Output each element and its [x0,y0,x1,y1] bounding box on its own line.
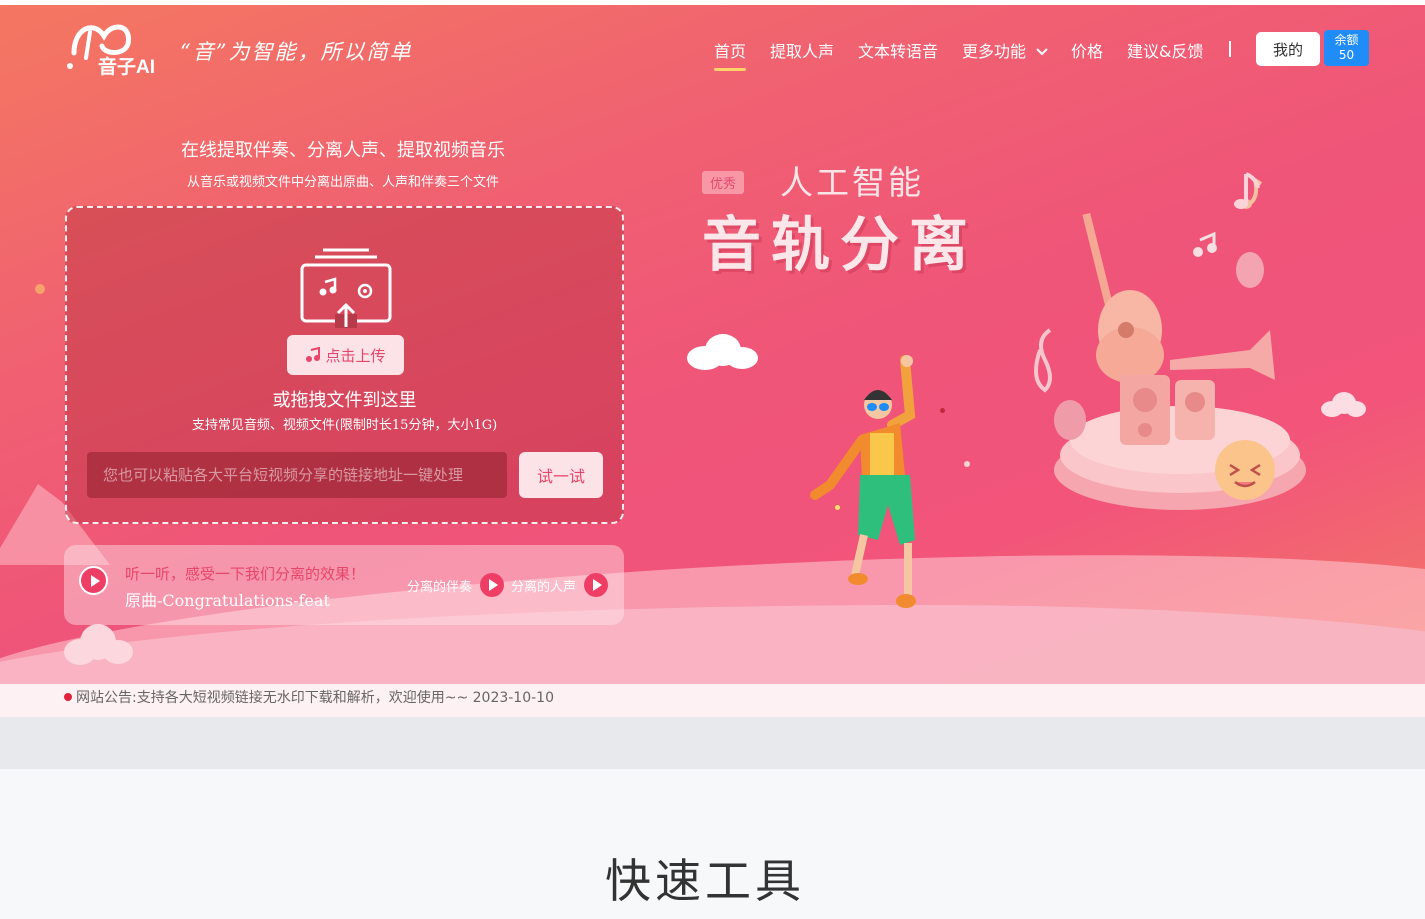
upload-title: 在线提取伴奏、分离人声、提取视频音乐 [181,140,505,161]
dot-decoration [964,461,970,467]
nav-divider [1229,41,1231,57]
announcement-dot [64,693,72,701]
vocal-label: 分离的人声 [511,580,577,595]
cloud-icon [64,624,133,665]
nav-pricing[interactable]: 价格 [1071,38,1103,62]
music-note-icon [306,347,321,362]
nav-more-features[interactable]: 更多功能 [962,38,1049,62]
chevron-down-icon [1036,48,1048,56]
accompaniment-label: 分离的伴奏 [407,580,473,595]
try-button[interactable]: 试一试 [519,452,603,498]
drag-hint: 或拖拽文件到这里 [272,390,417,411]
play-accompaniment-button[interactable] [480,573,504,597]
slogan: “音”为智能，所以简单 [180,40,413,64]
balance-label: 余额 [1334,33,1359,47]
quick-tools-title: 快速工具 [605,854,805,908]
nav-text-to-speech[interactable]: 文本转语音 [858,38,938,62]
nav-feedback[interactable]: 建议&反馈 [1127,38,1203,62]
play-icon [489,579,498,591]
balance-value: 50 [1338,48,1355,62]
gray-band [0,717,1425,769]
announcement-text[interactable]: 网站公告:支持各大短视频链接无水印下载和解析，欢迎使用~~ 2023-10-10 [76,687,554,707]
nav-home[interactable]: 首页 [714,38,747,71]
upload-subtitle: 从音乐或视频文件中分离出原曲、人声和伴奏三个文件 [186,175,499,190]
demo-track-name: 原曲-Congratulations-feat [125,591,330,610]
upload-button-label: 点击上传 [325,346,386,365]
excellent-badge: 优秀 [702,171,745,194]
logo-text[interactable]: 音子AI [98,52,155,79]
play-original-button[interactable] [79,566,108,595]
upload-button[interactable]: 点击上传 [287,335,404,375]
cloud-icon [1321,392,1366,417]
cloud-icon [687,334,758,370]
dancer-illustration [810,355,916,608]
dot-decoration [940,408,945,413]
play-icon [593,579,602,591]
dot-decoration [835,505,840,510]
upload-file-icon [300,248,392,328]
music-note-icon [1234,172,1260,209]
music-stage-illustration [1034,178,1306,510]
nav-more-label: 更多功能 [962,42,1027,61]
nav-extract-vocals[interactable]: 提取人声 [770,38,834,62]
play-icon [90,574,100,587]
share-link-input[interactable] [87,452,507,498]
banner-track-separation-text: 音轨分离 [702,210,979,279]
mine-button[interactable]: 我的 [1256,32,1320,66]
demo-card: 听一听，感受一下我们分离的效果！ 原曲-Congratulations-feat… [64,545,624,625]
balance-badge[interactable]: 余额 50 [1324,30,1369,66]
support-hint: 支持常见音频、视频文件(限制时长15分钟，大小1G) [191,418,498,433]
play-vocal-button[interactable] [584,573,608,597]
upload-dropzone[interactable]: 点击上传 或拖拽文件到这里 支持常见音频、视频文件(限制时长15分钟，大小1G)… [65,206,624,524]
demo-prompt: 听一听，感受一下我们分离的效果！ [125,565,366,583]
dot-decoration [35,284,45,294]
